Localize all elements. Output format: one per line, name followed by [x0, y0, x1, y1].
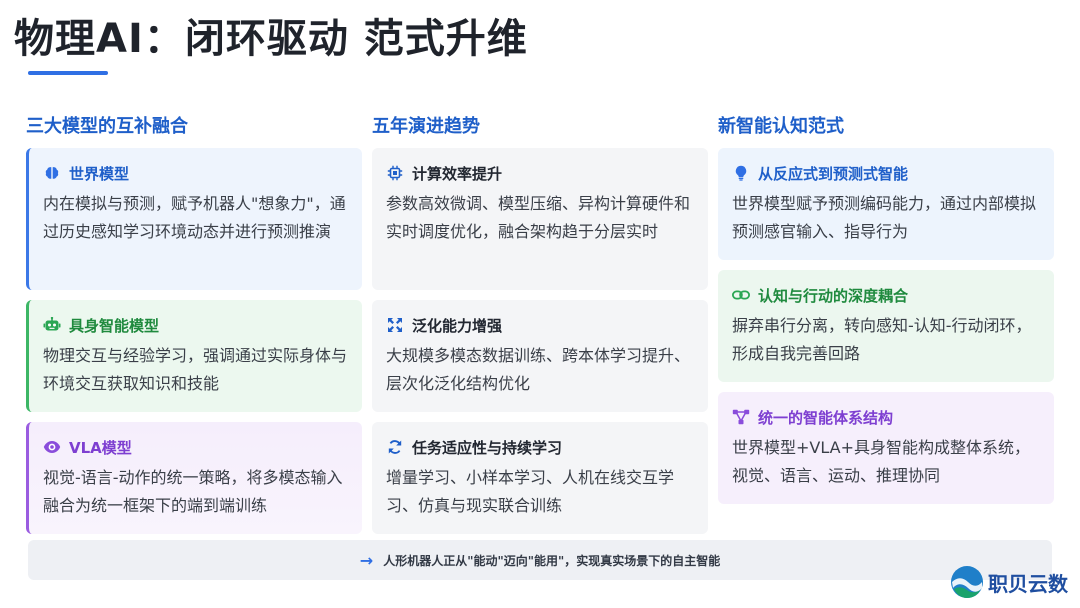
expand-icon	[386, 316, 404, 334]
footer-banner: → 人形机器人正从"能动"迈向"能用"，实现真实场景下的自主智能	[28, 540, 1052, 580]
column-five-year-trends: 五年演进趋势 计算效率提升 参数高效微调、模型压缩、异构计算硬件和实时调度优化，…	[372, 112, 708, 544]
card-title: 具身智能模型	[69, 316, 160, 335]
lightbulb-icon	[732, 164, 750, 182]
robot-icon	[43, 316, 61, 334]
link-icon	[732, 286, 750, 304]
eye-icon	[43, 438, 61, 456]
column-model-fusion: 三大模型的互补融合 世界模型 内在模拟与预测，赋予机器人"想象力"，通过历史感知…	[26, 112, 362, 544]
card-body: 大规模多模态数据训练、跨本体学习提升、层次化泛化结构优化	[386, 346, 691, 393]
column-heading: 新智能认知范式	[718, 116, 844, 137]
card-body: 物理交互与经验学习，强调通过实际身体与环境交互获取知识和技能	[43, 346, 348, 393]
logo-mark-icon	[950, 565, 984, 599]
card-title: 世界模型	[69, 164, 130, 183]
card-world-model: 世界模型 内在模拟与预测，赋予机器人"想象力"，通过历史感知学习环境动态并进行预…	[26, 148, 362, 290]
card-predictive-intelligence: 从反应式到预测式智能 世界模型赋予预测编码能力，通过内部模拟预测感官输入、指导行…	[718, 148, 1054, 260]
network-icon	[732, 408, 750, 426]
card-body: 视觉-语言-动作的统一策略，将多模态输入融合为统一框架下的端到端训练	[43, 468, 343, 515]
card-title: 统一的智能体系结构	[758, 408, 894, 427]
card-cognition-action-coupling: 认知与行动的深度耦合 摒弃串行分离，转向感知-认知-行动闭环，形成自我完善回路	[718, 270, 1054, 382]
footer-text: 人形机器人正从"能动"迈向"能用"，实现真实场景下的自主智能	[383, 553, 721, 568]
card-embodied-model: 具身智能模型 物理交互与经验学习，强调通过实际身体与环境交互获取知识和技能	[26, 300, 362, 412]
chip-icon	[386, 164, 404, 182]
card-body: 世界模型赋予预测编码能力，通过内部模拟预测感官输入、指导行为	[732, 194, 1037, 241]
column-heading: 五年演进趋势	[372, 116, 480, 137]
logo-text: 职贝云数	[988, 571, 1068, 596]
page-title: 物理AI：闭环驱动 范式升维	[14, 16, 528, 62]
card-generalization: 泛化能力增强 大规模多模态数据训练、跨本体学习提升、层次化泛化结构优化	[372, 300, 708, 412]
card-title: 计算效率提升	[412, 164, 503, 183]
card-title: VLA模型	[69, 438, 132, 457]
column-heading: 三大模型的互补融合	[26, 116, 188, 137]
brand-logo: 职贝云数	[950, 564, 1068, 600]
card-compute-efficiency: 计算效率提升 参数高效微调、模型压缩、异构计算硬件和实时调度优化，融合架构趋于分…	[372, 148, 708, 290]
card-body: 内在模拟与预测，赋予机器人"想象力"，通过历史感知学习环境动态并进行预测推演	[43, 194, 346, 241]
card-title: 泛化能力增强	[412, 316, 503, 335]
title-underline	[28, 71, 108, 75]
card-vla-model: VLA模型 视觉-语言-动作的统一策略，将多模态输入融合为统一框架下的端到端训练	[26, 422, 362, 534]
card-unified-architecture: 统一的智能体系结构 世界模型+VLA+具身智能构成整体系统，视觉、语言、运动、推…	[718, 392, 1054, 504]
brain-icon	[43, 164, 61, 182]
card-body: 世界模型+VLA+具身智能构成整体系统，视觉、语言、运动、推理协同	[732, 438, 1030, 485]
card-body: 增量学习、小样本学习、人机在线交互学习、仿真与现实联合训练	[386, 468, 675, 515]
card-body: 摒弃串行分离，转向感知-认知-行动闭环，形成自我完善回路	[732, 316, 1032, 363]
column-new-paradigm: 新智能认知范式 从反应式到预测式智能 世界模型赋予预测编码能力，通过内部模拟预测…	[718, 112, 1054, 514]
refresh-icon	[386, 438, 404, 456]
card-title: 认知与行动的深度耦合	[758, 286, 909, 305]
card-title: 从反应式到预测式智能	[758, 164, 909, 183]
arrow-right-icon: →	[359, 550, 374, 570]
card-body: 参数高效微调、模型压缩、异构计算硬件和实时调度优化，融合架构趋于分层实时	[386, 194, 691, 241]
card-continual-learning: 任务适应性与持续学习 增量学习、小样本学习、人机在线交互学习、仿真与现实联合训练	[372, 422, 708, 534]
card-title: 任务适应性与持续学习	[412, 438, 563, 457]
